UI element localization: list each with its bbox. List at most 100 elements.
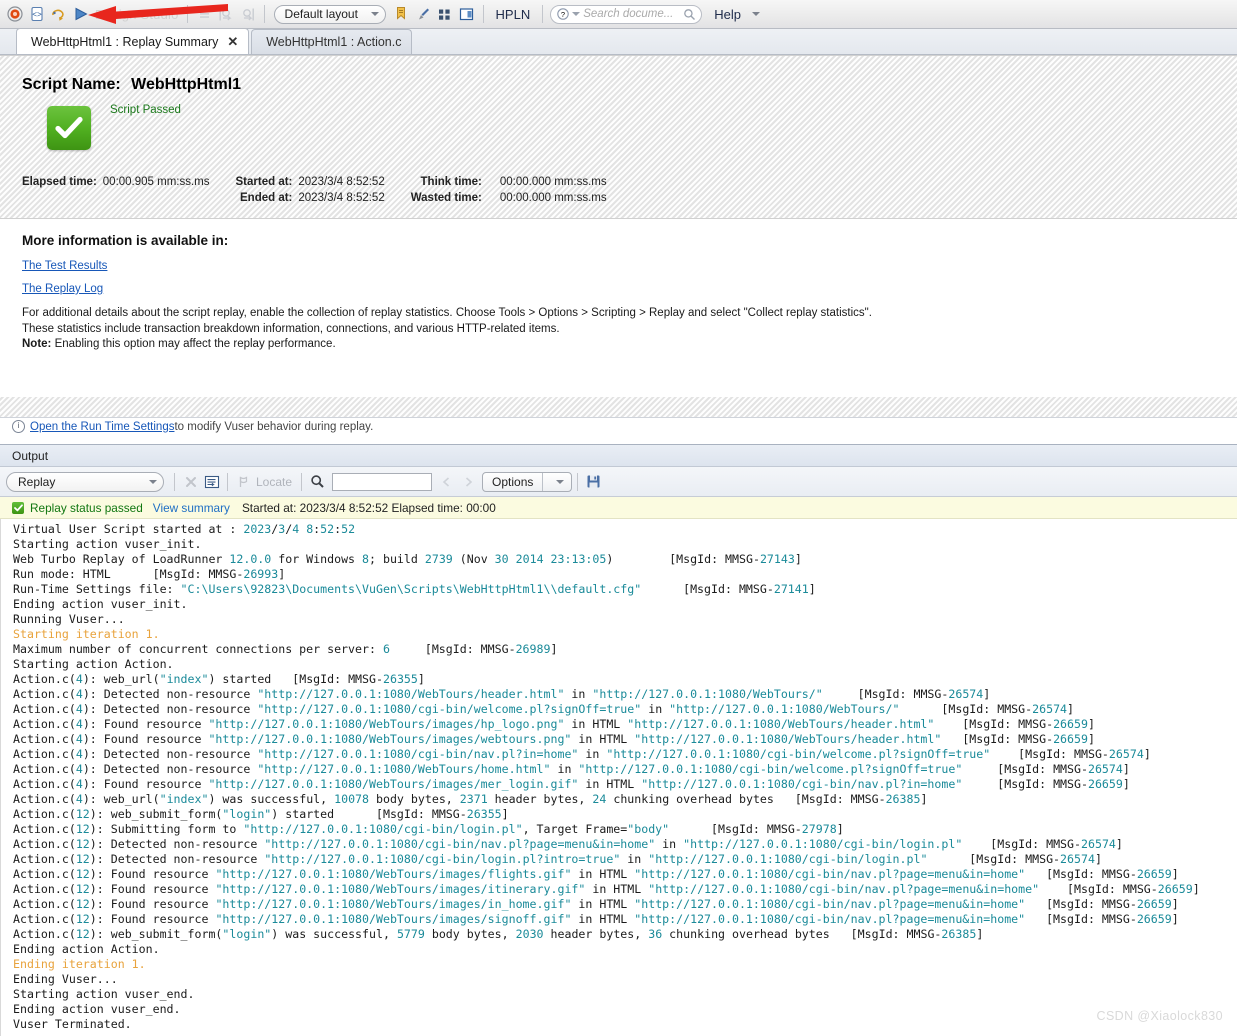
metric-started-value: 2023/3/4 8:52:52	[298, 176, 385, 188]
summary-header: Script Name: WebHttpHtml1 Script Passed …	[0, 55, 1237, 219]
log-line: Run-Time Settings file: "C:\Users\92823\…	[13, 582, 816, 596]
brush-icon[interactable]	[412, 3, 434, 25]
hpln-label[interactable]: HPLN	[489, 7, 538, 22]
log-line: Starting iteration 1.	[13, 627, 160, 641]
log-line: Action.c(4): Found resource "http://127.…	[13, 732, 1095, 746]
link-test-results[interactable]: The Test Results	[22, 260, 107, 272]
metric-ended-value: 2023/3/4 8:52:52	[298, 192, 385, 204]
output-filter-select[interactable]: Replay	[6, 471, 164, 492]
log-line: Vuser Terminated.	[13, 1017, 132, 1031]
log-line: Action.c(4): web_url("index") was succes…	[13, 792, 928, 806]
watermark: CSDN @Xiaolock830	[1096, 1009, 1223, 1023]
paragraph-line-2: These statistics include transaction bre…	[22, 322, 560, 335]
log-line: Action.c(4): Detected non-resource "http…	[13, 687, 991, 701]
output-divider-2	[227, 472, 228, 491]
log-line: Action.c(12): Submitting form to "http:/…	[13, 822, 844, 836]
window-panel-icon[interactable]	[456, 3, 478, 25]
log-line: Action.c(4): Detected non-resource "http…	[13, 747, 1151, 761]
log-line: Ending action vuser_init.	[13, 597, 188, 611]
output-filter-label: Replay	[18, 474, 56, 489]
metric-elapsed-value: 00:00.905 mm:ss.ms	[102, 176, 210, 188]
link-run-time-settings[interactable]: Open the Run Time Settings	[30, 421, 174, 433]
log-line: Starting action vuser_end.	[13, 987, 195, 1001]
log-line: Starting action vuser_init.	[13, 537, 202, 551]
metric-think-value: 00:00.000 mm:ss.ms	[499, 176, 607, 188]
help-menu[interactable]: Help	[702, 7, 746, 22]
chevron-down-icon	[370, 12, 379, 16]
check-mark-icon	[47, 106, 91, 150]
log-line: Run mode: HTML [MsgId: MMSG-26993]	[13, 567, 286, 581]
output-panel-title: Output	[0, 444, 1237, 467]
chevron-down-icon	[149, 479, 157, 484]
search-icon[interactable]	[307, 471, 328, 492]
summary-paragraph: For additional details about the script …	[22, 306, 1215, 353]
log-line: Action.c(4): Found resource "http://127.…	[13, 717, 1095, 731]
paragraph-line-1: For additional details about the script …	[22, 307, 872, 319]
step-out-icon	[237, 3, 259, 25]
output-options-label: Options	[492, 474, 534, 489]
link-view-summary[interactable]: View summary	[153, 501, 230, 515]
replay-status-meta: Started at: 2023/3/4 8:52:52 Elapsed tim…	[241, 500, 496, 515]
tab-action-c[interactable]: WebHttpHtml1 : Action.c	[251, 29, 413, 54]
run-play-icon[interactable]	[70, 3, 92, 25]
script-icon[interactable]: <>	[26, 3, 48, 25]
bookmark-icon[interactable]	[390, 3, 412, 25]
output-log[interactable]: Virtual User Script started at : 2023/3/…	[0, 519, 1237, 1036]
search-documentation-box[interactable]: ? Search docume...	[550, 4, 703, 24]
output-options-button[interactable]: Options	[482, 471, 573, 492]
log-line: Action.c(12): Found resource "http://127…	[13, 867, 1179, 881]
note-text: Enabling this option may affect the repl…	[51, 338, 336, 350]
metric-ended-key: Ended at:	[240, 192, 293, 204]
runtime-hint-text: to modify Vuser behavior during replay.	[174, 420, 374, 433]
output-search-input[interactable]	[332, 472, 433, 491]
toolbar-divider-3	[482, 5, 484, 23]
paragraph-note: Note: Enabling this option may affect th…	[22, 337, 1215, 353]
tab-replay-summary[interactable]: WebHttpHtml1 : Replay Summary ✕	[16, 28, 250, 54]
help-chevron-down-icon[interactable]	[751, 12, 760, 16]
replay-summary-panel: Script Name: WebHttpHtml1 Script Passed …	[0, 55, 1237, 444]
close-icon[interactable]: ✕	[227, 35, 238, 48]
script-name-value: WebHttpHtml1	[131, 76, 242, 93]
replay-script-icon[interactable]	[48, 3, 70, 25]
output-log-content: Virtual User Script started at : 2023/3/…	[13, 522, 1237, 1032]
locate-flag-icon	[233, 471, 254, 492]
record-icon[interactable]	[4, 3, 26, 25]
metric-wasted-value: 00:00.000 mm:ss.ms	[499, 192, 607, 204]
metric-wasted-key: Wasted time:	[410, 192, 482, 204]
metric-think-key: Think time:	[420, 176, 482, 188]
log-line: Ending iteration 1.	[13, 957, 146, 971]
design-studio-ghost-label: Design Studio	[95, 6, 179, 22]
grid-icon[interactable]	[434, 3, 456, 25]
search-input[interactable]: Search docume...	[583, 8, 683, 20]
word-wrap-icon[interactable]	[201, 471, 222, 492]
tab-replay-summary-label: WebHttpHtml1 : Replay Summary	[31, 34, 219, 49]
page-title: Script Name: WebHttpHtml1	[22, 76, 1215, 94]
output-divider-4	[577, 472, 579, 491]
log-line: Action.c(4): web_url("index") started [M…	[13, 672, 425, 686]
options-chevron-down-icon[interactable]	[543, 479, 571, 484]
output-divider-3	[301, 472, 303, 491]
link-replay-log[interactable]: The Replay Log	[22, 283, 103, 295]
info-icon: i	[12, 420, 25, 433]
log-line: Starting action Action.	[13, 657, 174, 671]
summary-metrics: Elapsed time: 00:00.905 mm:ss.ms Started…	[22, 174, 633, 206]
log-line: Maximum number of concurrent connections…	[13, 642, 558, 656]
svg-text:?: ?	[561, 10, 565, 19]
main-toolbar: <> Design Studio Default layout HPLN ? S…	[0, 0, 1237, 29]
log-line: Ending Vuser...	[13, 972, 118, 986]
output-toolbar: Replay Locate Options	[0, 467, 1237, 497]
toolbar-divider-4	[542, 5, 544, 23]
log-line: Action.c(12): web_submit_form("login") w…	[13, 927, 984, 941]
layout-select-label: Default layout	[284, 7, 358, 21]
layout-select[interactable]: Default layout	[273, 4, 386, 24]
save-icon[interactable]	[583, 471, 604, 492]
log-line: Action.c(12): Found resource "http://127…	[13, 897, 1179, 911]
list-view-icon	[193, 3, 215, 25]
metric-elapsed-key: Elapsed time:	[22, 176, 97, 188]
log-line: Ending action vuser_end.	[13, 1002, 181, 1016]
log-line: Action.c(4): Detected non-resource "http…	[13, 762, 1130, 776]
search-scope-chevron-icon[interactable]	[572, 12, 581, 16]
more-information-title: More information is available in:	[22, 233, 229, 248]
note-label: Note:	[22, 338, 52, 350]
help-question-icon: ?	[557, 8, 569, 20]
